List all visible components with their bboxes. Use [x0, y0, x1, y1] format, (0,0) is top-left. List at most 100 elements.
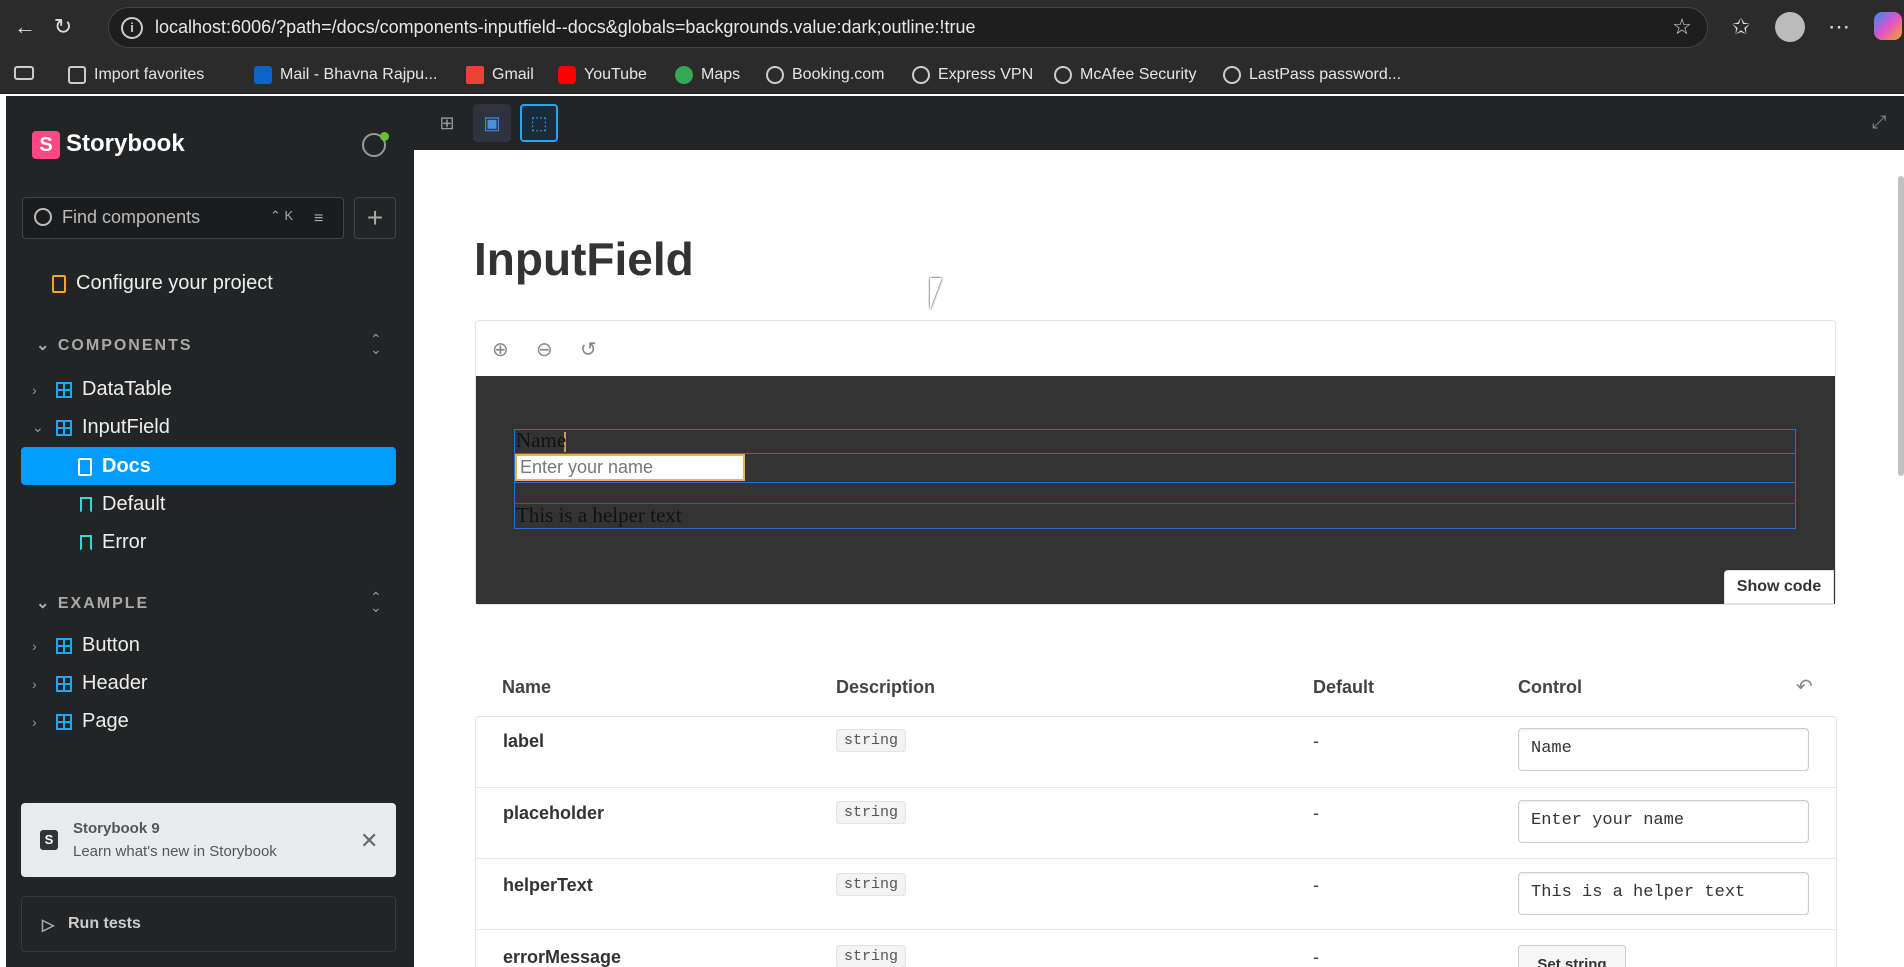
- sidebar-item-inputfield[interactable]: ⌄ InputField: [32, 416, 170, 439]
- placeholder-control-input[interactable]: Enter your name: [1518, 800, 1809, 843]
- profile-avatar[interactable]: [1775, 12, 1805, 42]
- outline-divider: [514, 503, 1796, 504]
- more-menu-icon[interactable]: ⋯: [1822, 10, 1856, 44]
- reset-controls-icon[interactable]: ↶: [1796, 674, 1813, 699]
- component-icon: [56, 637, 72, 654]
- globe-icon: [766, 66, 784, 84]
- scrollbar[interactable]: [1898, 176, 1904, 476]
- expand-collapse-icon[interactable]: ⌃ ⌄: [370, 332, 382, 356]
- sidebar-item-page[interactable]: › Page: [32, 710, 129, 733]
- configure-project-link[interactable]: Configure your project: [52, 272, 273, 295]
- maps-icon: [675, 66, 693, 84]
- bookmark-mcafee[interactable]: McAfee Security: [1054, 63, 1196, 87]
- youtube-icon: [558, 66, 576, 84]
- back-icon[interactable]: ←: [8, 10, 42, 44]
- zoom-out-icon[interactable]: ⊖: [536, 337, 553, 362]
- site-info-icon[interactable]: i: [121, 16, 143, 39]
- prop-name: errorMessage: [503, 947, 622, 967]
- sidebar-item-default[interactable]: Default: [80, 493, 165, 516]
- globe-icon: [912, 66, 930, 84]
- bookmark-import-favorites[interactable]: Import favorites: [68, 63, 204, 87]
- section-example[interactable]: ⌄ EXAMPLE: [36, 593, 149, 613]
- prop-type: string: [836, 873, 907, 896]
- outline-divider: [514, 482, 1796, 483]
- url-text: localhost:6006/?path=/docs/components-in…: [155, 17, 976, 37]
- docs-icon: [78, 457, 92, 476]
- sidebar-item-button[interactable]: › Button: [32, 634, 140, 657]
- page-title: InputField: [474, 233, 694, 285]
- expand-collapse-icon[interactable]: ⌃ ⌄: [370, 590, 382, 614]
- prop-default: -: [1313, 875, 1319, 895]
- sidebar-item-header[interactable]: › Header: [32, 672, 148, 695]
- bookmark-youtube[interactable]: YouTube: [558, 63, 647, 87]
- canvas-toolbar: [414, 96, 1904, 150]
- notice-subtitle: Learn what's new in Storybook: [73, 843, 277, 860]
- grid-icon[interactable]: ⊞: [428, 104, 466, 142]
- status-dot: [380, 132, 389, 141]
- bookmark-gmail[interactable]: Gmail: [466, 63, 534, 87]
- shortcut-hint: ⌃ K: [270, 208, 294, 223]
- tab-actions-icon[interactable]: [14, 66, 34, 80]
- search-icon: [34, 208, 52, 226]
- chevron-down-icon: ⌄: [32, 419, 44, 435]
- row-divider: [476, 858, 1836, 859]
- bookmark-expressvpn[interactable]: Express VPN: [912, 63, 1033, 87]
- filter-icon[interactable]: ≡: [314, 210, 330, 228]
- column-header-description: Description: [836, 677, 936, 697]
- address-bar[interactable]: i localhost:6006/?path=/docs/components-…: [108, 7, 1708, 48]
- story-bookmark-icon: [80, 496, 92, 513]
- row-divider: [476, 787, 1836, 788]
- prop-name: helperText: [503, 875, 593, 895]
- bookmark-booking[interactable]: Booking.com: [766, 63, 885, 87]
- background-image-icon[interactable]: ▣: [473, 104, 511, 142]
- bookmark-lastpass[interactable]: LastPass password...: [1223, 63, 1401, 87]
- storybook-icon: S: [40, 830, 58, 850]
- set-string-button[interactable]: Set string: [1518, 945, 1626, 967]
- storybook-logo-icon: S: [32, 131, 60, 159]
- bookmark-maps[interactable]: Maps: [675, 63, 740, 87]
- document-icon: [52, 274, 66, 293]
- column-header-name: Name: [502, 677, 552, 697]
- field-label: Name: [516, 428, 567, 452]
- sidebar-item-docs[interactable]: Docs: [78, 455, 151, 478]
- sidebar-item-error[interactable]: Error: [80, 531, 146, 554]
- copilot-icon[interactable]: [1874, 12, 1902, 40]
- name-input[interactable]: Enter your name: [515, 454, 745, 481]
- reload-icon[interactable]: ↻: [46, 10, 80, 44]
- column-header-control: Control: [1518, 677, 1582, 697]
- import-icon: [68, 66, 86, 84]
- zoom-in-icon[interactable]: ⊕: [492, 337, 509, 362]
- whats-new-notice[interactable]: [21, 803, 396, 877]
- row-divider: [476, 929, 1836, 930]
- bookmark-mail[interactable]: Mail - Bhavna Rajpu...: [254, 63, 437, 87]
- prop-default: -: [1313, 731, 1319, 751]
- favorite-star-icon[interactable]: ☆: [1665, 10, 1699, 44]
- prop-type: string: [836, 945, 907, 967]
- add-component-button[interactable]: +: [354, 197, 396, 239]
- outline-icon[interactable]: ⬚: [520, 104, 558, 142]
- column-header-default: Default: [1313, 677, 1375, 697]
- zoom-reset-icon[interactable]: ↺: [580, 337, 597, 362]
- prop-default: -: [1313, 947, 1319, 967]
- favorites-icon[interactable]: ✩: [1724, 10, 1758, 44]
- close-icon[interactable]: ✕: [360, 828, 378, 854]
- run-tests-button[interactable]: ▷ Run tests: [21, 896, 396, 952]
- play-icon: ▷: [42, 917, 55, 934]
- gmail-icon: [466, 66, 484, 84]
- fullscreen-icon[interactable]: ⤢: [1872, 112, 1886, 133]
- helper-text-control-input[interactable]: This is a helper text: [1518, 872, 1809, 915]
- prop-default: -: [1313, 803, 1319, 823]
- chevron-right-icon: ›: [32, 713, 37, 730]
- show-code-button[interactable]: Show code: [1724, 570, 1834, 604]
- component-icon: [56, 675, 72, 692]
- prop-name: placeholder: [503, 803, 605, 823]
- component-icon: [56, 381, 72, 398]
- section-components[interactable]: ⌄ COMPONENTS: [36, 335, 193, 355]
- chevron-right-icon: ›: [32, 637, 37, 654]
- sidebar-title: Storybook: [66, 130, 185, 157]
- label-control-input[interactable]: Name: [1518, 728, 1809, 771]
- prop-type: string: [836, 801, 907, 824]
- component-icon: [56, 419, 72, 436]
- helper-text: This is a helper text: [516, 503, 682, 527]
- sidebar-item-datatable[interactable]: › DataTable: [32, 378, 172, 401]
